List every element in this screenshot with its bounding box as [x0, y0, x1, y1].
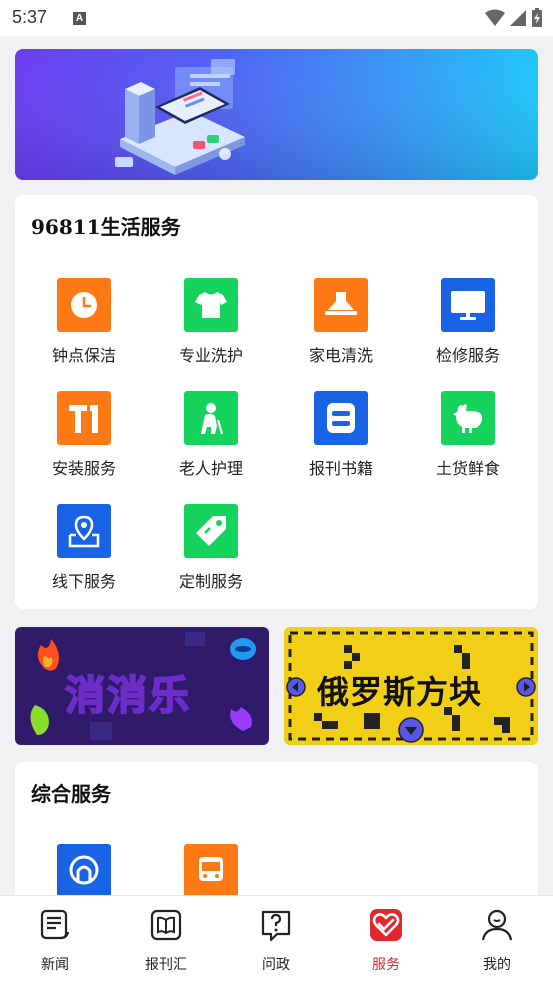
service-label: 专业洗护	[178, 346, 243, 365]
game-banner-match3[interactable]: 消消乐	[15, 627, 269, 745]
general-services-card: 综合服务	[15, 762, 538, 902]
service-tile	[441, 278, 495, 332]
status-time: 5:37	[12, 7, 48, 27]
promo-banner[interactable]	[15, 49, 538, 180]
service-tile	[184, 391, 238, 445]
service-railway[interactable]	[24, 844, 144, 898]
service-label: 检修服务	[435, 346, 500, 365]
nav-label: 报刊汇	[145, 957, 187, 973]
general-services-title: 综合服务	[31, 782, 111, 806]
heart-service-icon	[370, 909, 402, 941]
monitor-icon	[451, 291, 485, 320]
service-bus[interactable]	[151, 844, 271, 898]
notification-a-icon: A	[73, 12, 86, 25]
life-services-card: 96811生活服务 钟点保洁 专业洗护 家电清洗 检修服务 安装服务 老人护理 …	[15, 195, 538, 609]
status-bar: 5:37 A	[0, 0, 553, 36]
nav-label: 我的	[483, 957, 511, 973]
chicken-icon	[453, 404, 483, 433]
service-elderly-care[interactable]: 老人护理	[151, 391, 271, 479]
nav-periodicals[interactable]: 报刊汇	[126, 908, 206, 974]
service-tile	[57, 504, 111, 558]
battery-charging-icon	[532, 8, 542, 27]
elderly-icon	[201, 403, 224, 435]
service-label: 定制服务	[178, 572, 243, 591]
nav-news[interactable]: 新闻	[15, 908, 95, 974]
service-hourly-cleaning[interactable]: 钟点保洁	[24, 278, 144, 366]
service-tile	[184, 504, 238, 558]
map-pin-icon	[68, 515, 100, 548]
service-professional-laundry[interactable]: 专业洗护	[151, 278, 271, 366]
bus-icon	[199, 857, 223, 881]
service-label: 老人护理	[178, 459, 243, 478]
service-tile	[57, 278, 111, 332]
service-tile	[57, 391, 111, 445]
game-banner-tetris[interactable]: 俄罗斯方块	[284, 627, 538, 745]
service-appliance-cleaning[interactable]: 家电清洗	[281, 278, 401, 366]
service-installation[interactable]: 安装服务	[24, 391, 144, 479]
cellular-signal-icon	[510, 10, 526, 26]
nav-mine[interactable]: 我的	[457, 908, 537, 974]
service-label: 家电清洗	[308, 346, 373, 365]
tetris-title: 俄罗斯方块	[317, 673, 483, 711]
service-tile	[314, 391, 368, 445]
service-label: 土货鲜食	[435, 459, 500, 478]
arrow-right-icon[interactable]	[516, 677, 536, 697]
service-tile	[184, 278, 238, 332]
service-label: 报刊书籍	[308, 459, 373, 478]
service-local-fresh-food[interactable]: 土货鲜食	[408, 391, 528, 479]
service-offline[interactable]: 线下服务	[24, 504, 144, 592]
question-icon	[261, 910, 291, 942]
nav-label: 问政	[262, 957, 290, 973]
bottom-nav: 新闻 报刊汇 问政 服务 我的	[0, 895, 553, 984]
tag-icon	[196, 516, 226, 546]
service-tile	[184, 844, 238, 898]
computer-illustration	[15, 49, 538, 180]
book-icon	[327, 403, 355, 433]
arrow-left-icon[interactable]	[286, 677, 306, 697]
service-label: 安装服务	[51, 459, 116, 478]
clock-icon	[71, 292, 97, 318]
nav-services[interactable]: 服务	[346, 908, 426, 974]
life-services-title: 96811生活服务	[31, 215, 181, 239]
wifi-icon	[485, 9, 505, 26]
service-label: 线下服务	[51, 572, 116, 591]
service-tile	[441, 391, 495, 445]
service-tile	[57, 844, 111, 898]
nav-label: 新闻	[41, 957, 69, 973]
service-repair[interactable]: 检修服务	[408, 278, 528, 366]
installation-icon	[69, 405, 98, 433]
nav-inquiry[interactable]: 问政	[236, 908, 316, 974]
service-tile	[314, 278, 368, 332]
nav-label: 服务	[372, 957, 400, 973]
news-icon	[40, 909, 70, 940]
service-custom[interactable]: 定制服务	[151, 504, 271, 592]
railway-icon	[69, 855, 99, 885]
service-newspapers-books[interactable]: 报刊书籍	[281, 391, 401, 479]
book-open-icon	[150, 909, 182, 941]
arrow-down-icon[interactable]	[398, 717, 424, 743]
range-hood-icon	[325, 292, 357, 315]
service-label: 钟点保洁	[51, 346, 116, 365]
match3-title: 消消乐	[64, 672, 191, 720]
profile-icon	[481, 909, 513, 941]
tshirt-icon	[195, 292, 227, 318]
